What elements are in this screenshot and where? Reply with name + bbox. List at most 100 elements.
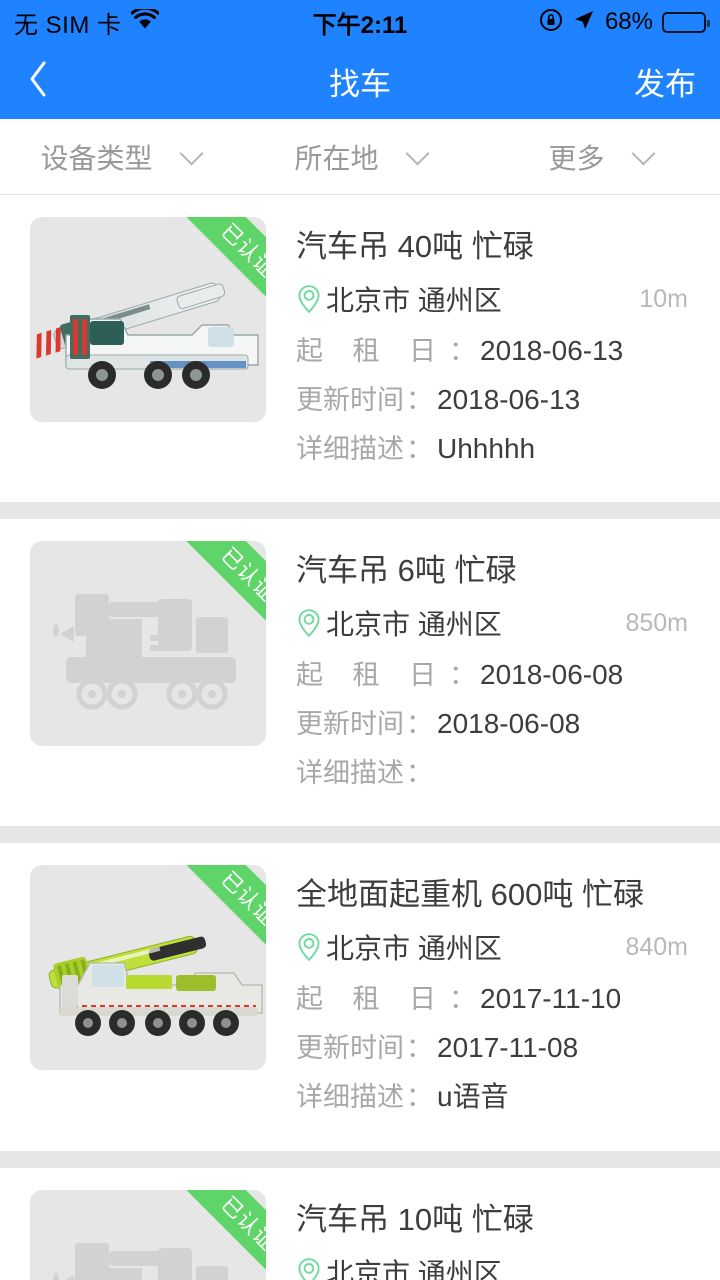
listing-start-date-row: 起 租 日 ： 2018-06-08 (296, 653, 696, 692)
listing-description: u语音 (437, 1081, 509, 1112)
update-time-label: 更新时间 (296, 709, 404, 739)
colon: ： (406, 385, 433, 415)
start-date-label: 起 租 日 (296, 336, 448, 366)
colon: ： (406, 1082, 433, 1112)
listing-thumbnail[interactable]: 已认证 (30, 865, 266, 1070)
verified-badge-label: 已认证 (216, 867, 266, 931)
chevron-down-icon (178, 140, 204, 166)
listing-thumbnail[interactable]: 已认证 (30, 217, 266, 422)
listing-location: 北京市 通州区 (326, 285, 502, 316)
map-pin-icon (296, 1257, 322, 1280)
colon: ： (406, 758, 433, 788)
colon: ： (406, 709, 433, 739)
publish-button[interactable]: 发布 (634, 59, 720, 104)
listing-info: 汽车吊 10吨 忙碌 北京市 通州区 起 租 日 ： 更新时间 ： (296, 1190, 696, 1280)
filter-location[interactable]: 所在地 (240, 137, 480, 177)
description-label: 详细描述 (296, 1082, 404, 1112)
listing-description-row: 详细描述 ： u语音 (296, 1075, 696, 1115)
listing-update-time: 2017-11-08 (437, 1032, 579, 1063)
colon: ： (406, 434, 433, 464)
status-bar-right: 68% (539, 8, 710, 37)
battery-percent-label: 68% (604, 8, 653, 35)
listing-list: 已认证 汽车吊 40吨 忙碌 北京市 通州区 10m 起 租 日 ： 2018-… (0, 195, 720, 1280)
colon: ： (449, 660, 477, 690)
chevron-left-icon (27, 60, 49, 103)
colon: ： (406, 1033, 433, 1063)
chevron-down-icon (630, 140, 656, 166)
listing-distance: 850m (625, 608, 688, 637)
listing-card[interactable]: 已认证 汽车吊 6吨 忙碌 北京市 通州区 850m 起 租 日 ： 2018-… (0, 519, 720, 826)
listing-update-time: 2018-06-08 (437, 708, 581, 739)
filter-label: 更多 (548, 142, 605, 174)
nav-bar: 找车 发布 (0, 44, 720, 119)
listing-update-time: 2018-06-13 (437, 384, 581, 415)
filter-label: 设备类型 (40, 142, 153, 174)
map-pin-icon (296, 284, 322, 314)
listing-card[interactable]: 已认证 汽车吊 10吨 忙碌 北京市 通州区 起 租 日 ： (0, 1168, 720, 1280)
listing-start-date: 2018-06-08 (480, 659, 624, 690)
listing-start-date: 2018-06-13 (480, 335, 624, 366)
phone-screen: 无 SIM 卡 下午2:11 68% 找车 发布 设备类型 所在地 更多 已认证… (0, 0, 720, 1280)
listing-title: 汽车吊 10吨 忙碌 (296, 1202, 534, 1237)
chevron-down-icon (404, 140, 430, 166)
listing-start-date-row: 起 租 日 ： 2018-06-13 (296, 329, 696, 368)
location-arrow-icon (572, 8, 596, 37)
listing-update-time-row: 更新时间 ： 2018-06-13 (296, 378, 696, 417)
listing-thumbnail[interactable]: 已认证 (30, 541, 266, 746)
listing-location-row: 北京市 通州区 850m (296, 603, 696, 643)
start-date-label: 起 租 日 (296, 984, 448, 1014)
listing-info: 汽车吊 6吨 忙碌 北京市 通州区 850m 起 租 日 ： 2018-06-0… (296, 541, 696, 800)
listing-distance: 10m (639, 284, 688, 313)
verified-ribbon: 已认证 (148, 541, 266, 659)
filter-equipment-type[interactable]: 设备类型 (0, 137, 240, 177)
listing-update-time-row: 更新时间 ： 2018-06-08 (296, 702, 696, 741)
listing-update-time-row: 更新时间 ： 2017-11-08 (296, 1026, 696, 1065)
listing-start-date-row: 起 租 日 ： 2017-11-10 (296, 977, 696, 1016)
listing-location: 北京市 通州区 (326, 933, 502, 964)
listing-title: 全地面起重机 600吨 忙碌 (296, 877, 644, 912)
listing-location-row: 北京市 通州区 (296, 1252, 696, 1280)
listing-title: 汽车吊 40吨 忙碌 (296, 229, 534, 264)
back-button[interactable] (0, 44, 76, 119)
verified-ribbon: 已认证 (148, 217, 266, 335)
filter-label: 所在地 (294, 142, 379, 174)
colon: ： (449, 336, 477, 366)
listing-card[interactable]: 已认证 全地面起重机 600吨 忙碌 北京市 通州区 840m 起 租 日 ： … (0, 843, 720, 1151)
verified-badge-label: 已认证 (216, 543, 266, 607)
listing-location-row: 北京市 通州区 840m (296, 927, 696, 967)
listing-title: 汽车吊 6吨 忙碌 (296, 553, 517, 588)
status-bar-left: 无 SIM 卡 (14, 5, 160, 40)
colon: ： (449, 984, 477, 1014)
update-time-label: 更新时间 (296, 385, 404, 415)
map-pin-icon (296, 932, 322, 962)
rotation-lock-icon (539, 8, 563, 37)
listing-start-date: 2017-11-10 (480, 983, 622, 1014)
verified-badge-label: 已认证 (216, 219, 266, 283)
listing-description-row: 详细描述 ： Uhhhhh (296, 427, 696, 466)
listing-card[interactable]: 已认证 汽车吊 40吨 忙碌 北京市 通州区 10m 起 租 日 ： 2018-… (0, 195, 720, 502)
filter-more[interactable]: 更多 (480, 137, 720, 177)
start-date-label: 起 租 日 (296, 660, 448, 690)
listing-info: 全地面起重机 600吨 忙碌 北京市 通州区 840m 起 租 日 ： 2017… (296, 865, 696, 1125)
verified-ribbon: 已认证 (148, 1190, 266, 1280)
filter-bar: 设备类型 所在地 更多 (0, 119, 720, 195)
listing-location: 北京市 通州区 (326, 609, 502, 640)
description-label: 详细描述 (296, 434, 404, 464)
map-pin-icon (296, 608, 322, 638)
listing-location: 北京市 通州区 (326, 1258, 502, 1280)
carrier-label: 无 SIM 卡 (14, 11, 122, 39)
page-title: 找车 (329, 67, 391, 102)
listing-info: 汽车吊 40吨 忙碌 北京市 通州区 10m 起 租 日 ： 2018-06-1… (296, 217, 696, 476)
verified-ribbon: 已认证 (148, 865, 266, 983)
listing-description: Uhhhhh (437, 433, 536, 464)
verified-badge-label: 已认证 (216, 1192, 266, 1256)
description-label: 详细描述 (296, 758, 404, 788)
update-time-label: 更新时间 (296, 1033, 404, 1063)
listing-thumbnail[interactable]: 已认证 (30, 1190, 266, 1280)
listing-location-row: 北京市 通州区 10m (296, 279, 696, 319)
status-bar: 无 SIM 卡 下午2:11 68% (0, 0, 720, 44)
listing-distance: 840m (625, 932, 688, 961)
listing-description-row: 详细描述 ： (296, 751, 696, 790)
wifi-icon (129, 6, 160, 35)
battery-icon (662, 11, 710, 33)
